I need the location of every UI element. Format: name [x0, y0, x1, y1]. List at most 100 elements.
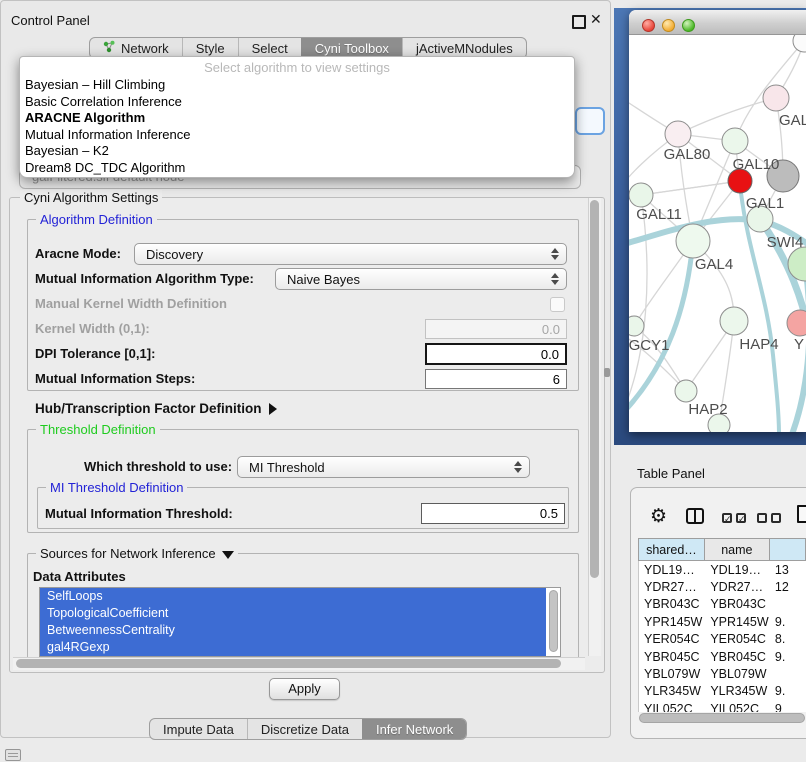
- node-label: HAP4: [739, 336, 778, 353]
- sources-group-title[interactable]: Sources for Network Inference: [36, 546, 238, 561]
- attribute-item-selected[interactable]: TopologicalCoefficient: [40, 605, 546, 622]
- node-gal11[interactable]: [629, 183, 653, 207]
- minimize-traffic-light[interactable]: [662, 19, 675, 32]
- kernel-width-label: Kernel Width (0,1):: [35, 321, 150, 336]
- attribute-item-selected[interactable]: SelfLoops: [40, 588, 546, 605]
- tab-jactivemnodules[interactable]: jActiveMNodules: [402, 38, 526, 58]
- mi-threshold-label: Mutual Information Threshold:: [45, 506, 233, 521]
- mi-steps-input[interactable]: [425, 369, 567, 389]
- node-gal80[interactable]: [665, 121, 691, 147]
- combo-stepper-icon: [551, 248, 559, 260]
- node-partial-top[interactable]: [793, 35, 806, 52]
- dpi-tolerance-label: DPI Tolerance [0,1]:: [35, 346, 155, 361]
- node-label: GAL10: [733, 156, 780, 173]
- node-gal10[interactable]: [722, 128, 748, 154]
- data-attributes-list: SelfLoops TopologicalCoefficient Between…: [39, 587, 561, 657]
- node-label: GCY1: [629, 337, 669, 354]
- node-gal4[interactable]: [676, 224, 710, 258]
- splitpane-handle[interactable]: [604, 368, 610, 377]
- aracne-mode-label: Aracne Mode:: [35, 246, 121, 261]
- table-row[interactable]: YBL079WYBL079W: [639, 665, 806, 682]
- settings-group-title: Cyni Algorithm Settings: [20, 190, 162, 205]
- table-panel-title: Table Panel: [637, 466, 705, 481]
- node-label: GAL1: [746, 195, 784, 212]
- new-table-icon[interactable]: [797, 505, 806, 523]
- settings-hscrollbar-thumb[interactable]: [16, 659, 561, 668]
- combo-stepper-icon: [514, 461, 522, 473]
- table-header-row: shared… name: [638, 538, 806, 561]
- mi-threshold-input[interactable]: [421, 503, 565, 524]
- node-gal7[interactable]: [763, 85, 789, 111]
- tab-impute-data[interactable]: Impute Data: [150, 719, 247, 739]
- node-gcy1[interactable]: [629, 316, 644, 336]
- table-settings-gear-icon[interactable]: ⚙: [650, 505, 667, 528]
- close-icon[interactable]: ✕: [590, 11, 602, 28]
- tab-network[interactable]: Network: [90, 38, 182, 58]
- settings-vscrollbar-thumb[interactable]: [590, 200, 599, 578]
- node-label: SWI4: [767, 234, 804, 251]
- float-window-icon[interactable]: [572, 15, 586, 29]
- tab-select[interactable]: Select: [238, 38, 301, 58]
- hub-definition-expander[interactable]: Hub/Transcription Factor Definition: [35, 401, 277, 416]
- table-row[interactable]: YBR045CYBR045C9.: [639, 648, 806, 665]
- column-header-shared-name[interactable]: shared…: [638, 538, 705, 561]
- manual-kernel-checkbox: [550, 297, 565, 312]
- control-panel: Control Panel ✕ Network Style Select Cyn…: [0, 0, 611, 738]
- node-salmon[interactable]: [787, 310, 806, 336]
- panel-title: Control Panel: [11, 13, 90, 28]
- tab-cyni-toolbox[interactable]: Cyni Toolbox: [301, 38, 402, 58]
- column-header-name[interactable]: name: [705, 538, 770, 561]
- deselect-all-checkbox-icon[interactable]: [757, 513, 767, 523]
- network-canvas[interactable]: GAL GAL80 GAL10 GAL1 GAL11 SWI4 GAL4 GCY…: [629, 35, 806, 432]
- algorithm-dropdown-popup: Select algorithm to view settings Bayesi…: [19, 56, 575, 178]
- collapsed-panel-icon[interactable]: [5, 749, 21, 761]
- node-label: GAL11: [636, 206, 682, 223]
- threshold-definition-title: Threshold Definition: [36, 422, 160, 437]
- table-row[interactable]: YIL052CYIL052C9: [639, 700, 806, 712]
- dropdown-option[interactable]: Basic Correlation Inference: [20, 94, 574, 111]
- dropdown-option[interactable]: Bayesian – K2: [20, 143, 574, 160]
- dropdown-option[interactable]: Mutual Information Inference: [20, 127, 574, 144]
- table-hscrollbar-thumb[interactable]: [639, 713, 805, 723]
- which-threshold-combo[interactable]: MI Threshold: [237, 456, 530, 478]
- dropdown-prompt: Select algorithm to view settings: [20, 59, 574, 77]
- aracne-mode-combo[interactable]: Discovery: [134, 243, 567, 265]
- attribute-item-selected[interactable]: gal4RGexp: [40, 639, 546, 656]
- close-traffic-light[interactable]: [642, 19, 655, 32]
- tab-label: Network: [121, 41, 169, 56]
- dpi-tolerance-input[interactable]: [425, 343, 567, 365]
- node-label: GAL4: [695, 256, 733, 273]
- dropdown-option[interactable]: Bayesian – Hill Climbing: [20, 77, 574, 94]
- mi-type-combo[interactable]: Naive Bayes: [275, 268, 567, 290]
- node-hap4[interactable]: [720, 307, 748, 335]
- select-all-checkbox-icon[interactable]: [722, 513, 732, 523]
- show-columns-icon[interactable]: [686, 508, 704, 524]
- node-hap2[interactable]: [675, 380, 697, 402]
- expander-right-arrow-icon: [269, 403, 277, 415]
- deselect-all-checkbox-icon[interactable]: [771, 513, 781, 523]
- attribute-item-selected[interactable]: BetweennessCentrality: [40, 622, 546, 639]
- list-scrollbar-thumb[interactable]: [549, 590, 558, 652]
- dropdown-option[interactable]: Dream8 DC_TDC Algorithm: [20, 160, 574, 177]
- table-row[interactable]: YPR145WYPR145W9.: [639, 613, 806, 630]
- network-window-titlebar[interactable]: [629, 10, 806, 35]
- apply-button[interactable]: Apply: [269, 678, 340, 700]
- network-edges-teal: [629, 193, 806, 432]
- tab-discretize-data[interactable]: Discretize Data: [247, 719, 362, 739]
- table-row[interactable]: YDL19…YDL19…13: [639, 561, 806, 578]
- node-table: shared… name YDL19…YDL19…13 YDR27…YDR27……: [638, 538, 806, 712]
- zoom-traffic-light[interactable]: [682, 19, 695, 32]
- mi-type-label: Mutual Information Algorithm Type:: [35, 271, 254, 286]
- select-all-checkbox-icon[interactable]: [736, 513, 746, 523]
- node-label: GAL: [779, 112, 806, 129]
- table-row[interactable]: YBR043CYBR043C: [639, 596, 806, 613]
- table-row[interactable]: YDR27…YDR27…12: [639, 578, 806, 595]
- tab-infer-network[interactable]: Infer Network: [362, 719, 466, 739]
- tab-style[interactable]: Style: [182, 38, 238, 58]
- focused-combo-fragment[interactable]: [575, 107, 605, 135]
- column-header-partial[interactable]: [770, 538, 806, 561]
- collapse-down-arrow-icon: [222, 551, 234, 559]
- table-row[interactable]: YER054CYER054C8.: [639, 631, 806, 648]
- table-row[interactable]: YLR345WYLR345W9.: [639, 683, 806, 700]
- dropdown-option-selected[interactable]: ARACNE Algorithm: [20, 110, 574, 127]
